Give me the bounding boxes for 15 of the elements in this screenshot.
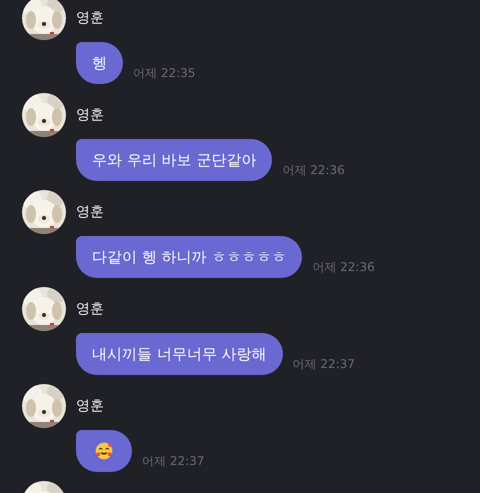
sender-name: 영훈 <box>76 300 105 318</box>
sender-name: 영훈 <box>76 106 105 124</box>
sender-name: 영훈 <box>76 203 105 221</box>
message-bubble: 내시끼들 너무너무 사랑해 <box>76 333 283 375</box>
message-bubble: 다같이 헹 하니까 ㅎㅎㅎㅎㅎ <box>76 236 302 278</box>
timestamp: 어제 22:37 <box>142 453 204 470</box>
timestamp: 어제 22:35 <box>133 65 196 82</box>
timestamp: 어제 22:37 <box>292 356 355 373</box>
timestamp: 어제 22:36 <box>282 162 345 179</box>
smiling-face-icon <box>94 441 114 461</box>
sender-name: 영훈 <box>76 9 105 27</box>
timestamp: 어제 22:36 <box>312 259 375 276</box>
sender-name: 영훈 <box>76 397 105 415</box>
message-bubble: 우와 우리 바보 군단같아 <box>76 139 272 181</box>
message-bubble: 헹 <box>76 42 123 84</box>
